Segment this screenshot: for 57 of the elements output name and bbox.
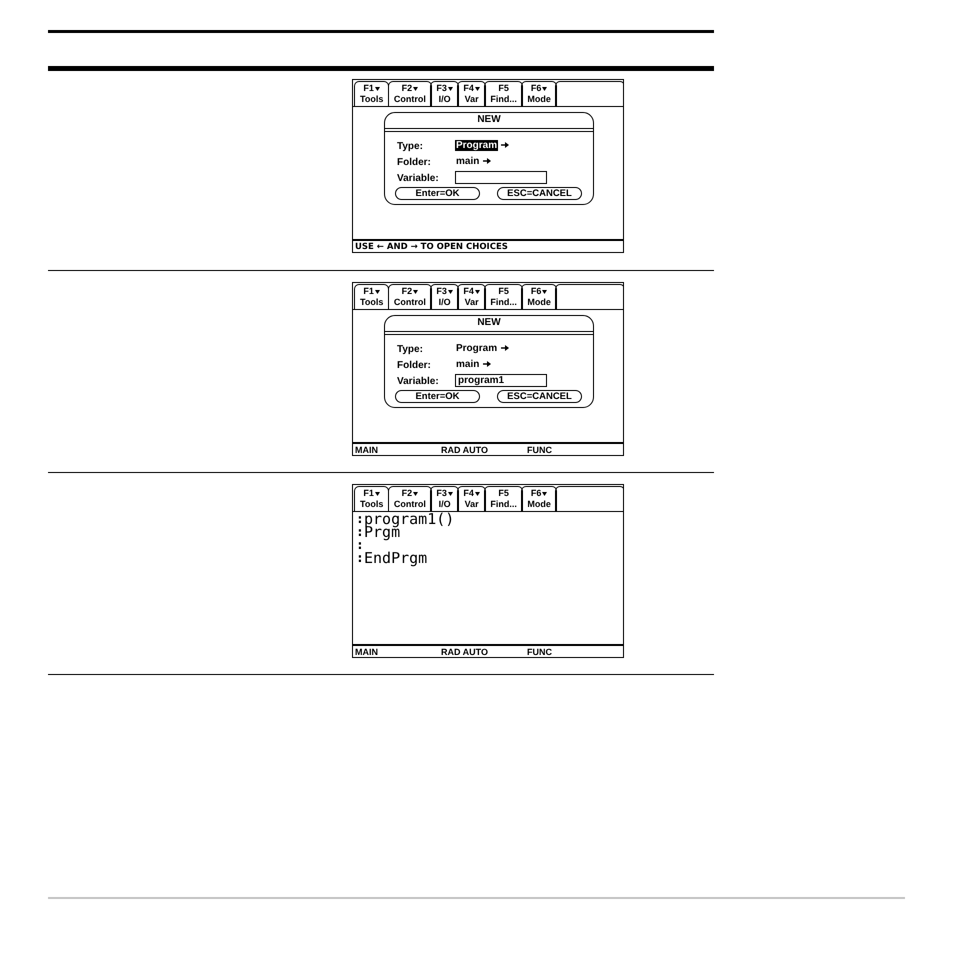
field-label: Folder: [397, 157, 431, 169]
line-marker: : [356, 513, 364, 526]
toolbar-tab[interactable]: F3 I/O [430, 486, 459, 511]
dialog-button[interactable]: Enter=OK [395, 187, 480, 200]
toolbar-tab[interactable]: F6 Mode [521, 284, 557, 309]
status-text: MAIN [355, 444, 379, 454]
arrow-icon [501, 142, 510, 148]
toolbar-tab[interactable]: F2 Control [388, 284, 432, 309]
toolbar-tab[interactable]: F6 Mode [521, 486, 557, 511]
toolbar-tab[interactable]: F2 Control [388, 81, 432, 106]
dialog-title: NEW [477, 317, 501, 329]
dropdown-value[interactable]: Program [455, 342, 498, 354]
toolbar-tab[interactable]: F4 Var [457, 81, 486, 106]
input-field[interactable]: program1 [455, 374, 547, 386]
arrow-icon [483, 361, 492, 367]
dropdown-value[interactable]: Program [455, 140, 498, 150]
dropdown-value[interactable]: main [455, 156, 480, 166]
field-label: Variable: [397, 173, 439, 185]
toolbar-tab[interactable]: F2 Control [388, 486, 432, 511]
status-text: FUNC [527, 444, 553, 454]
empty-tab[interactable] [555, 81, 623, 106]
toolbar-tab[interactable]: F1 Tools [354, 486, 390, 511]
dropdown-value[interactable]: main [455, 358, 480, 370]
line-marker: : [356, 526, 364, 539]
status-text: MAIN [355, 646, 379, 656]
empty-tab[interactable] [555, 284, 623, 309]
toolbar-tab[interactable]: F6 Mode [521, 81, 557, 106]
field-label: Type: [397, 141, 423, 153]
status-text: FUNC [527, 646, 553, 656]
toolbar-tab[interactable]: F3 I/O [430, 81, 459, 106]
field-label: Variable: [397, 376, 439, 388]
status-text: RAD AUTO [441, 444, 489, 454]
toolbar-tab[interactable]: F3 I/O [430, 284, 459, 309]
input-field[interactable] [455, 170, 547, 184]
toolbar-tab[interactable]: F4 Var [457, 284, 486, 309]
arrow-icon [483, 158, 492, 164]
toolbar-tab[interactable]: F1 Tools [354, 284, 390, 309]
toolbar-tab[interactable]: F4 Var [457, 486, 486, 511]
dialog-button[interactable]: ESC=CANCEL [497, 187, 582, 200]
code-line: EndPrgm [364, 552, 428, 565]
line-marker: : [356, 539, 364, 552]
code-line: program1() [364, 513, 454, 526]
dialog-button[interactable]: Enter=OK [395, 390, 480, 403]
arrow-icon [501, 345, 510, 351]
empty-tab[interactable] [555, 486, 623, 511]
code-line: Prgm [364, 526, 400, 539]
toolbar-tab[interactable]: F5 Find... [484, 81, 523, 106]
toolbar-tab[interactable]: F1 Tools [354, 81, 390, 106]
dialog-button[interactable]: ESC=CANCEL [497, 390, 582, 403]
dialog-title: NEW [477, 114, 501, 126]
status-text: RAD AUTO [441, 646, 489, 656]
line-marker: : [356, 552, 364, 565]
toolbar-tab[interactable]: F5 Find... [484, 486, 523, 511]
field-label: Type: [397, 344, 423, 356]
field-label: Folder: [397, 360, 431, 372]
toolbar-tab[interactable]: F5 Find... [484, 284, 523, 309]
status-message: USE ← AND → TO OPEN CHOICES [355, 242, 508, 252]
